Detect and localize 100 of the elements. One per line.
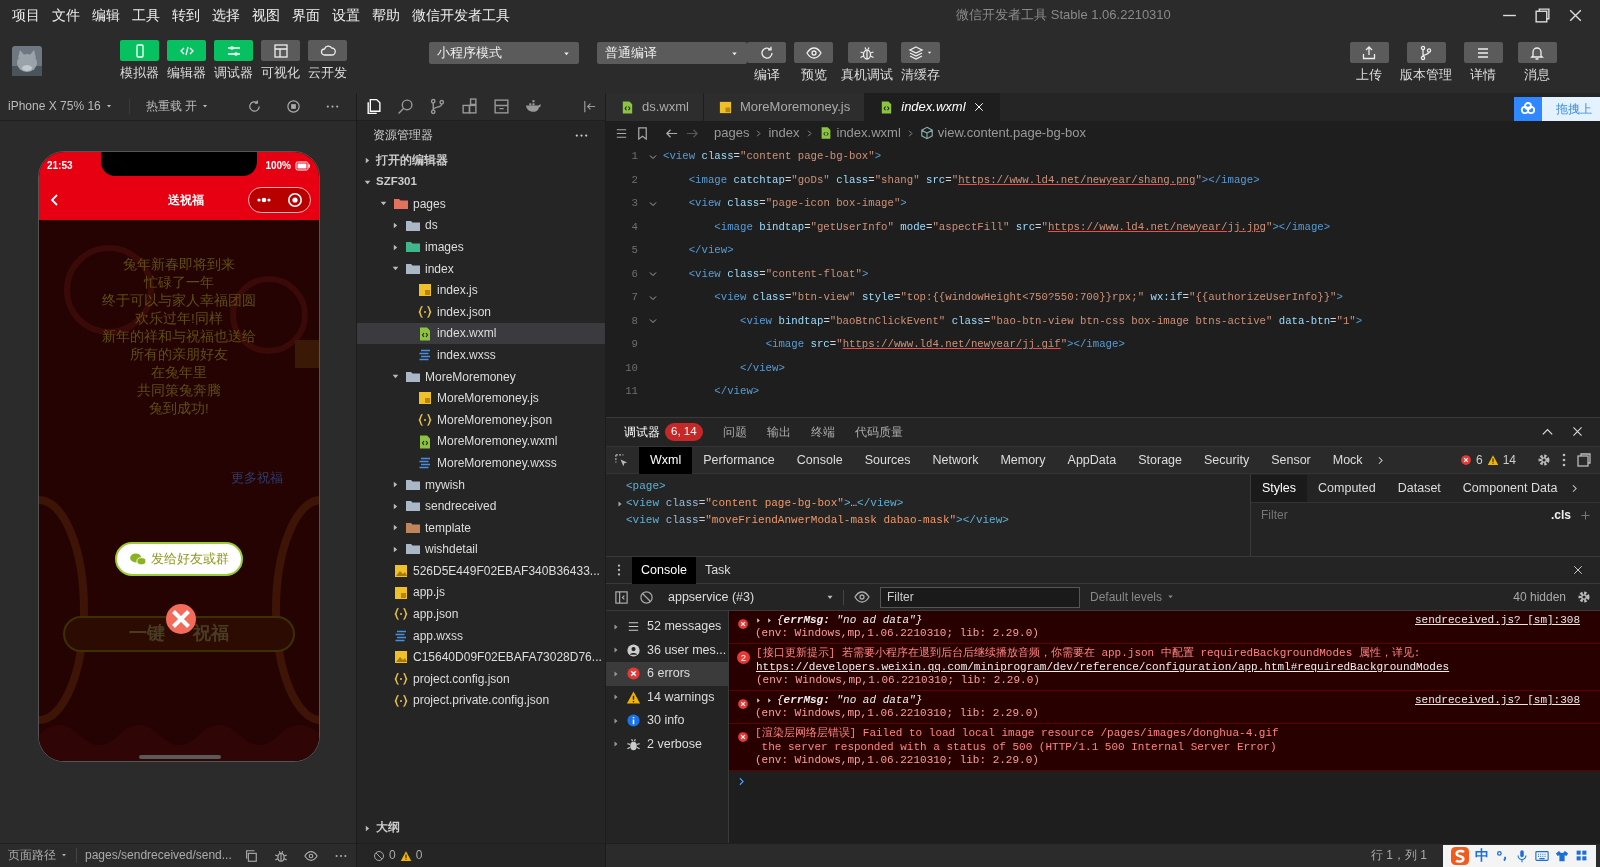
panel-tab[interactable]: 终端 (800, 418, 845, 446)
devtools-tab[interactable]: Wxml (639, 446, 693, 474)
toolbar-button[interactable]: 云开发 (308, 40, 347, 81)
eye-icon[interactable] (854, 589, 870, 605)
toolbar-button[interactable]: 清缓存 (901, 42, 940, 83)
whale-icon[interactable] (525, 98, 542, 115)
tree-item[interactable]: index.wxss (357, 344, 605, 366)
devtools-tab[interactable]: Mock (1321, 446, 1374, 474)
menu-item[interactable]: 设置 (326, 6, 366, 24)
restore-icon[interactable] (1534, 6, 1551, 24)
inspect-icon[interactable] (614, 452, 629, 468)
toolbar-button[interactable]: 编译 (747, 42, 786, 83)
panel-tab[interactable]: 问题 (712, 418, 757, 446)
filter-field[interactable]: Filter (880, 586, 1080, 608)
menu-capsule[interactable] (248, 187, 311, 213)
tree-item[interactable]: MoreMoremoney.wxss (357, 452, 605, 474)
breadcrumb-item[interactable]: pages (714, 125, 750, 141)
warning-icon[interactable] (399, 849, 412, 862)
toolbar-button[interactable]: 详情 (1460, 42, 1506, 83)
toolbar-button[interactable]: 消息 (1514, 42, 1560, 83)
tree-item[interactable]: wishdetail (357, 538, 605, 561)
settings-icon[interactable] (1536, 452, 1552, 468)
console-filter-item[interactable]: 36 user mes... (606, 638, 728, 662)
element-line[interactable]: <view class="moveFriendAnwerModal-mask dabao-mask"></view> (626, 513, 1009, 528)
section-header[interactable]: 打开的编辑器 (357, 150, 605, 172)
console-filter-item[interactable]: 6 errors (606, 662, 728, 686)
console-filter-item[interactable]: 14 warnings (606, 685, 728, 709)
menu-item[interactable]: 界面 (286, 6, 326, 24)
menu-item[interactable]: 微信开发者工具 (406, 6, 516, 24)
close-icon[interactable] (972, 101, 985, 113)
tree-item[interactable]: index.wxml (357, 322, 605, 345)
punctuation-icon[interactable] (1495, 848, 1509, 863)
page-path-dropdown[interactable]: 页面路径 (8, 848, 68, 863)
tree-item[interactable]: app.wxss (357, 625, 605, 647)
tree-item[interactable]: app.json (357, 603, 605, 626)
files-icon[interactable] (365, 98, 382, 115)
device-dropdown[interactable]: iPhone X 75% 16 (8, 99, 113, 114)
hot-reload-dropdown[interactable]: 热重载 开 (128, 99, 210, 114)
tree-item[interactable]: project.config.json (357, 668, 605, 690)
drawer-tab[interactable]: Task (695, 556, 740, 584)
tree-item[interactable]: mywish (357, 473, 605, 496)
menu-item[interactable]: 转到 (166, 6, 206, 24)
menu-item[interactable]: 视图 (246, 6, 286, 24)
warning-count[interactable]: 0 (415, 848, 423, 863)
tree-item[interactable]: index (357, 257, 605, 280)
editor-tab[interactable]: ds.wxml (606, 93, 704, 121)
clear-console-icon[interactable] (639, 589, 654, 605)
filter-field[interactable]: Filter (1259, 507, 1543, 524)
skin-icon[interactable] (1555, 848, 1569, 863)
bookmark-icon[interactable] (635, 125, 650, 141)
sidebar-icon[interactable] (614, 589, 629, 605)
breadcrumb-item[interactable]: index (768, 125, 800, 141)
devtools-tab[interactable]: Sources (853, 446, 922, 474)
styles-tab[interactable]: Component Data (1451, 474, 1569, 502)
cursor-position[interactable]: 行 1，列 1 (1371, 848, 1427, 863)
branch-icon[interactable] (429, 98, 446, 115)
context-dropdown[interactable]: appservice (#3) (664, 589, 844, 605)
rotate-icon[interactable] (247, 99, 262, 114)
toolbar-button[interactable]: 预览 (794, 42, 833, 83)
menu-item[interactable]: 选择 (206, 6, 246, 24)
console-filter-item[interactable]: 2 verbose (606, 732, 728, 756)
toolbar-button[interactable]: 编辑器 (167, 40, 206, 81)
source-link[interactable]: sendreceived.js? [sm]:308 (1414, 614, 1580, 628)
section-header[interactable]: SZF301 (357, 171, 605, 194)
search-icon[interactable] (397, 98, 414, 115)
tree-item[interactable]: template (357, 517, 605, 539)
devtools-tab[interactable]: Console (785, 446, 854, 474)
compile-dropdown[interactable]: 普通编译 (597, 42, 747, 64)
styles-tab[interactable]: Styles (1251, 474, 1308, 502)
collapse-panel-icon[interactable] (582, 99, 597, 114)
tree-item[interactable]: index.js (357, 279, 605, 302)
drawer-tab[interactable]: Console (632, 556, 696, 584)
devtools-tab[interactable]: Network (921, 446, 990, 474)
source-link[interactable]: sendreceived.js? [sm]:308 (1414, 693, 1580, 708)
editor-tab[interactable]: index.wxml (865, 93, 1000, 121)
tree-item[interactable]: app.js (357, 581, 605, 604)
close-icon[interactable] (1572, 564, 1584, 576)
section-header[interactable]: 大纲 (357, 817, 605, 839)
error-icon[interactable] (373, 849, 385, 862)
tree-item[interactable]: 526D5E449F02EBAF340B36433... (357, 560, 605, 582)
keyboard-icon[interactable] (1535, 848, 1549, 863)
tree-item[interactable]: index.json (357, 301, 605, 323)
tree-item[interactable]: project.private.config.json (357, 689, 605, 712)
ime-mode[interactable]: 中 (1475, 847, 1489, 864)
toolbar-button[interactable]: 版本管理 (1400, 42, 1452, 83)
levels-dropdown[interactable]: Default levels (1090, 589, 1176, 605)
doc-link[interactable]: https://developers.weixin.qq.com/miniprogram/dev/reference/configuration/app.html#requiredBackgroundModes (756, 660, 1580, 674)
devtools-tab[interactable]: Sensor (1260, 446, 1322, 474)
toolbar-button[interactable]: 上传 (1346, 42, 1392, 83)
tree-item[interactable]: MoreMoremoney (357, 365, 605, 388)
extensions-icon[interactable] (461, 98, 478, 115)
toolbox-icon[interactable] (1575, 849, 1588, 862)
eye-icon[interactable] (304, 848, 318, 863)
tree-item[interactable]: MoreMoremoney.wxml (357, 430, 605, 453)
toolbar-button[interactable]: 调试器 (214, 40, 253, 81)
tree-item[interactable]: sendreceived (357, 495, 605, 518)
ime-logo-icon[interactable] (1451, 846, 1469, 865)
tree-item[interactable]: C15640D09F02EBAFA73028D76... (357, 646, 605, 669)
tree-item[interactable]: images (357, 236, 605, 258)
settings-icon[interactable] (1576, 589, 1592, 605)
